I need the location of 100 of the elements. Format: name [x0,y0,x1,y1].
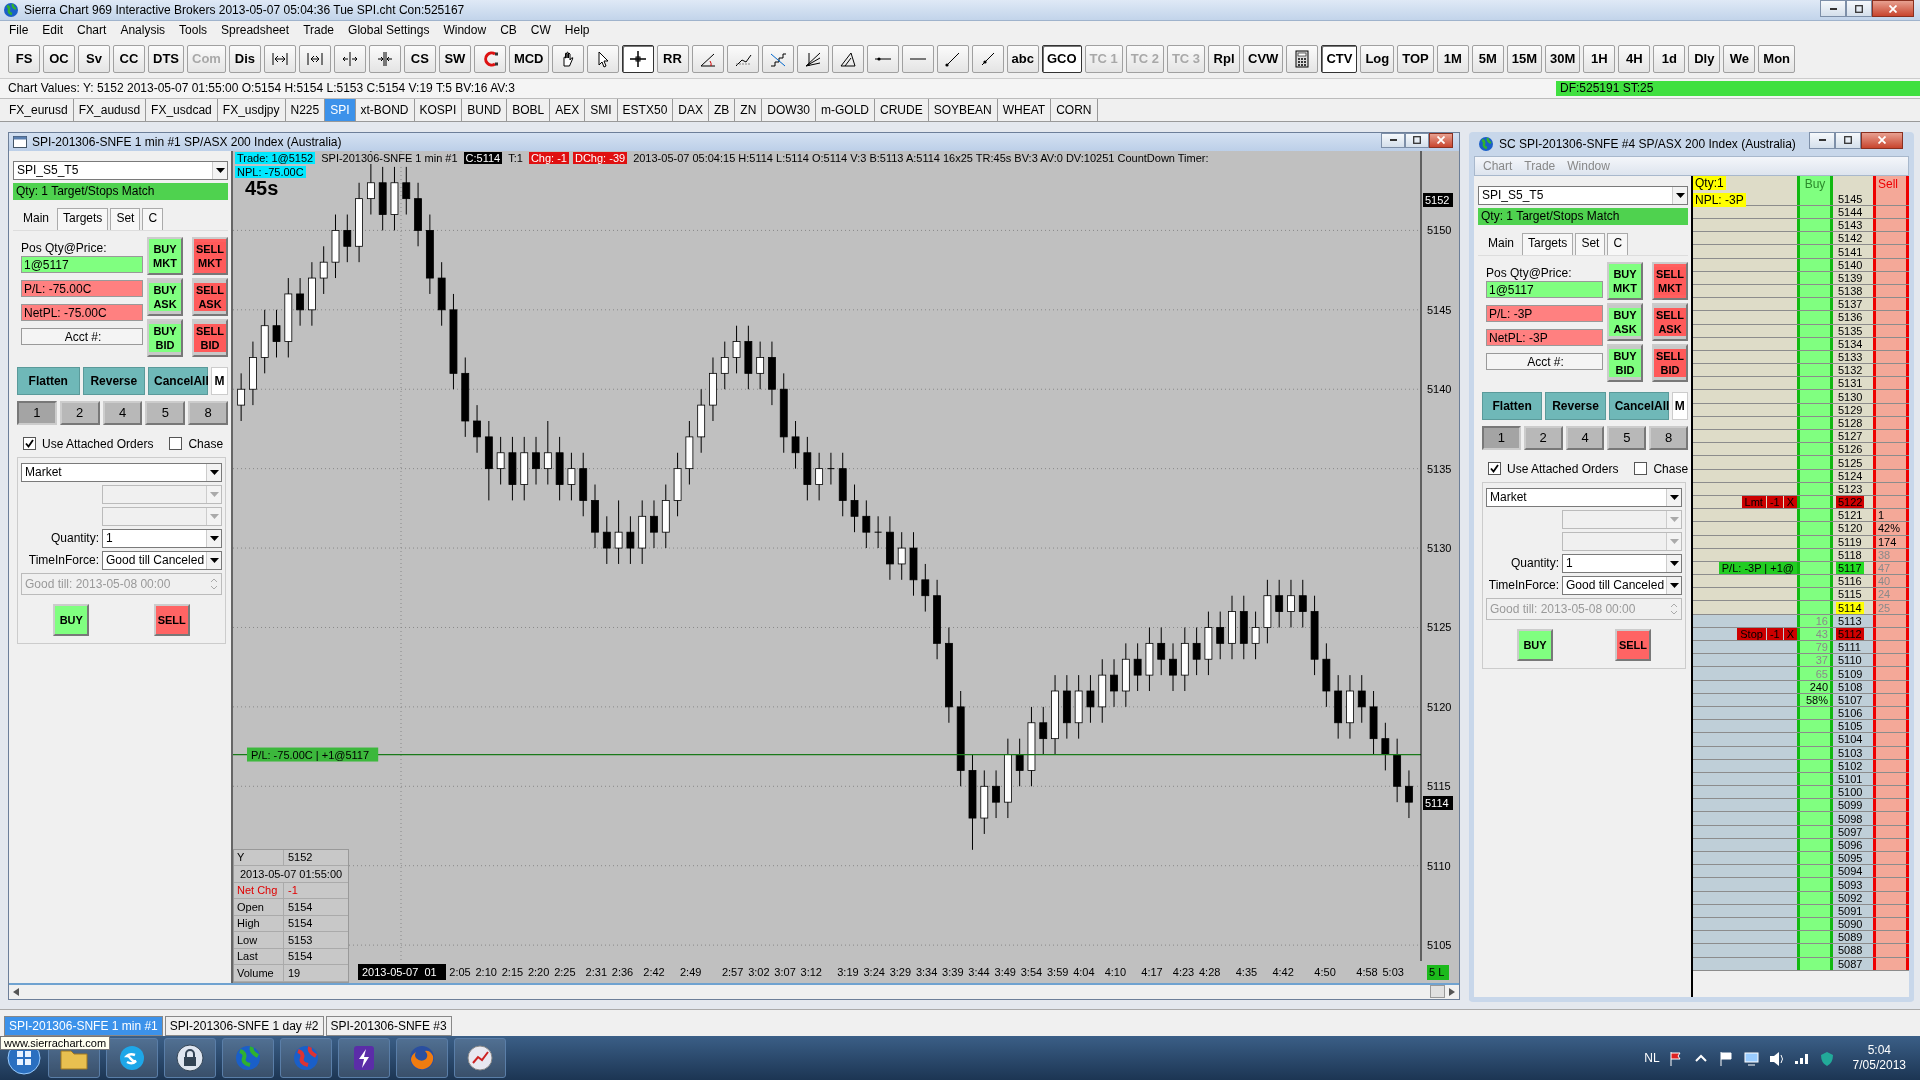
action-button[interactable]: Reverse [82,366,146,395]
panel-tab[interactable]: Set [110,207,141,230]
quantity-preset-button[interactable]: 5 [145,400,186,425]
price-level[interactable]: 5117 [1836,562,1864,574]
price-level[interactable]: 5134 [1836,337,1865,350]
order-button[interactable]: BUY ASK [1607,302,1643,341]
symbol-button[interactable]: SOYBEAN [928,98,998,121]
price-level[interactable]: 5107 [1836,693,1865,706]
ask-column-cell[interactable]: 1 [1873,509,1909,522]
price-level[interactable]: 5120 [1836,522,1865,535]
price-level[interactable]: 5092 [1836,891,1865,904]
price-level[interactable]: 5104 [1836,733,1865,746]
toolbar-button[interactable]: Sv [78,44,110,73]
price-level[interactable]: 5121 [1836,509,1865,522]
order-button[interactable]: BUY BID [147,318,183,357]
price-level[interactable]: 5129 [1836,403,1865,416]
panel-tab[interactable]: C [142,207,164,230]
clock[interactable]: 5:04 7/05/2013 [1852,1043,1906,1074]
toolbar-button[interactable]: FS [8,44,40,73]
price-level[interactable]: 5135 [1836,324,1865,337]
order-tag[interactable]: Lmt [1741,496,1766,509]
price-level[interactable]: 5095 [1836,852,1865,865]
toolbar-button[interactable]: abc [1006,44,1039,73]
order-button[interactable]: SELL BID [1652,343,1688,382]
quantity-preset-button[interactable]: 1 [17,400,57,425]
action-button[interactable]: Reverse [1545,391,1606,420]
menu-item[interactable]: Global Settings [341,23,437,38]
price-level[interactable]: 5141 [1836,245,1865,258]
price-level[interactable]: 5114 [1836,601,1864,614]
time-in-force-dropdown[interactable]: Good till Canceled [102,550,222,570]
order-button[interactable]: BUY MKT [147,236,183,275]
price-level[interactable]: 5088 [1836,944,1865,957]
panel-tab[interactable]: Set [1575,232,1606,255]
toolbar-button[interactable]: MCD [508,44,549,73]
menu-item[interactable]: Trade [296,23,342,38]
symbol-button[interactable]: ESTX50 [617,98,674,121]
toolbar-button[interactable]: Dis [228,44,261,73]
price-level[interactable]: 5110 [1836,654,1864,667]
price-level[interactable]: 5091 [1836,904,1865,917]
menu-item[interactable]: CB [493,23,524,38]
toolbar-button[interactable]: CVW [1243,44,1284,73]
order-button[interactable]: SELL ASK [1652,302,1688,341]
order-button[interactable]: SELL MKT [1652,261,1688,300]
account-dropdown[interactable]: SPI_S5_T5 [13,160,228,180]
symbol-button[interactable]: BOBL [507,98,551,121]
action-button[interactable]: M [1671,391,1688,420]
symbol-button[interactable]: KOSPI [414,98,463,121]
price-level[interactable]: 5140 [1836,258,1865,271]
cancel-order-button[interactable]: X [1783,496,1797,509]
quantity-preset-button[interactable]: 2 [59,400,100,425]
symbol-button[interactable]: FX_audusd [73,98,147,121]
price-level[interactable]: 5132 [1836,364,1865,377]
order-type-dropdown[interactable]: Market [1486,487,1682,507]
price-level[interactable]: 5144 [1836,205,1865,218]
menu-item[interactable]: File [2,23,36,38]
toolbar-button[interactable]: 15M [1506,44,1542,73]
toolbar-button[interactable]: TOP [1397,44,1434,73]
toolbar-button[interactable]: RR [656,44,689,73]
order-type-dropdown[interactable]: Market [21,462,222,482]
order-button[interactable]: SELL MKT [192,236,228,275]
quantity-preset-button[interactable]: 4 [1565,425,1605,450]
menu-item[interactable]: Spreadsheet [214,23,297,38]
action-button[interactable]: CancelAll [148,366,209,395]
toolbar-button[interactable]: 30M [1545,44,1581,73]
chart-tab[interactable]: SPI-201306-SNFE #3 [325,1016,452,1037]
price-level[interactable]: 5130 [1836,390,1865,403]
symbol-button[interactable]: ZB [709,98,736,121]
symbol-button[interactable]: ZN [735,98,763,121]
price-level[interactable]: 5098 [1836,812,1865,825]
price-level[interactable]: 5093 [1836,878,1865,891]
symbol-button[interactable]: xt-BOND [355,98,415,121]
submit-button[interactable]: BUY [1517,628,1553,661]
chart-tab[interactable]: SPI-201306-SNFE 1 day #2 [164,1016,324,1037]
toolbar-button[interactable]: DTS [148,44,184,73]
symbol-button[interactable]: FX_usdjpy [217,98,286,121]
quantity-preset-button[interactable]: 5 [1607,425,1647,450]
price-level[interactable]: 5090 [1836,918,1865,931]
menu-item[interactable]: Analysis [113,23,173,38]
order-button[interactable]: BUY BID [1607,343,1643,382]
panel-tab[interactable]: Targets [57,207,109,230]
language-indicator[interactable]: NL [1644,1051,1660,1066]
toolbar-button[interactable]: CTV [1321,44,1358,73]
price-level[interactable]: 5128 [1836,416,1865,429]
symbol-button[interactable]: WHEAT [997,98,1052,121]
symbol-button[interactable]: DAX [673,98,709,121]
price-level[interactable]: 5105 [1836,720,1865,733]
price-level[interactable]: 5143 [1836,219,1865,232]
toolbar-button[interactable]: We [1723,44,1756,73]
toolbar-button[interactable]: 4H [1618,44,1651,73]
menu-item[interactable]: Tools [172,23,215,38]
menu-item[interactable]: Chart [70,23,114,38]
toolbar-button[interactable]: Dly [1688,44,1721,73]
price-level[interactable]: 5142 [1836,232,1865,245]
account-dropdown[interactable]: SPI_S5_T5 [1478,185,1688,205]
symbol-button[interactable]: FX_usdcad [146,98,218,121]
price-level[interactable]: 5133 [1836,351,1865,363]
price-level[interactable]: 5119 [1836,535,1864,548]
action-button[interactable]: Flatten [17,366,80,395]
price-level[interactable]: 5106 [1836,707,1865,720]
toolbar-button[interactable]: 1M [1436,44,1469,73]
